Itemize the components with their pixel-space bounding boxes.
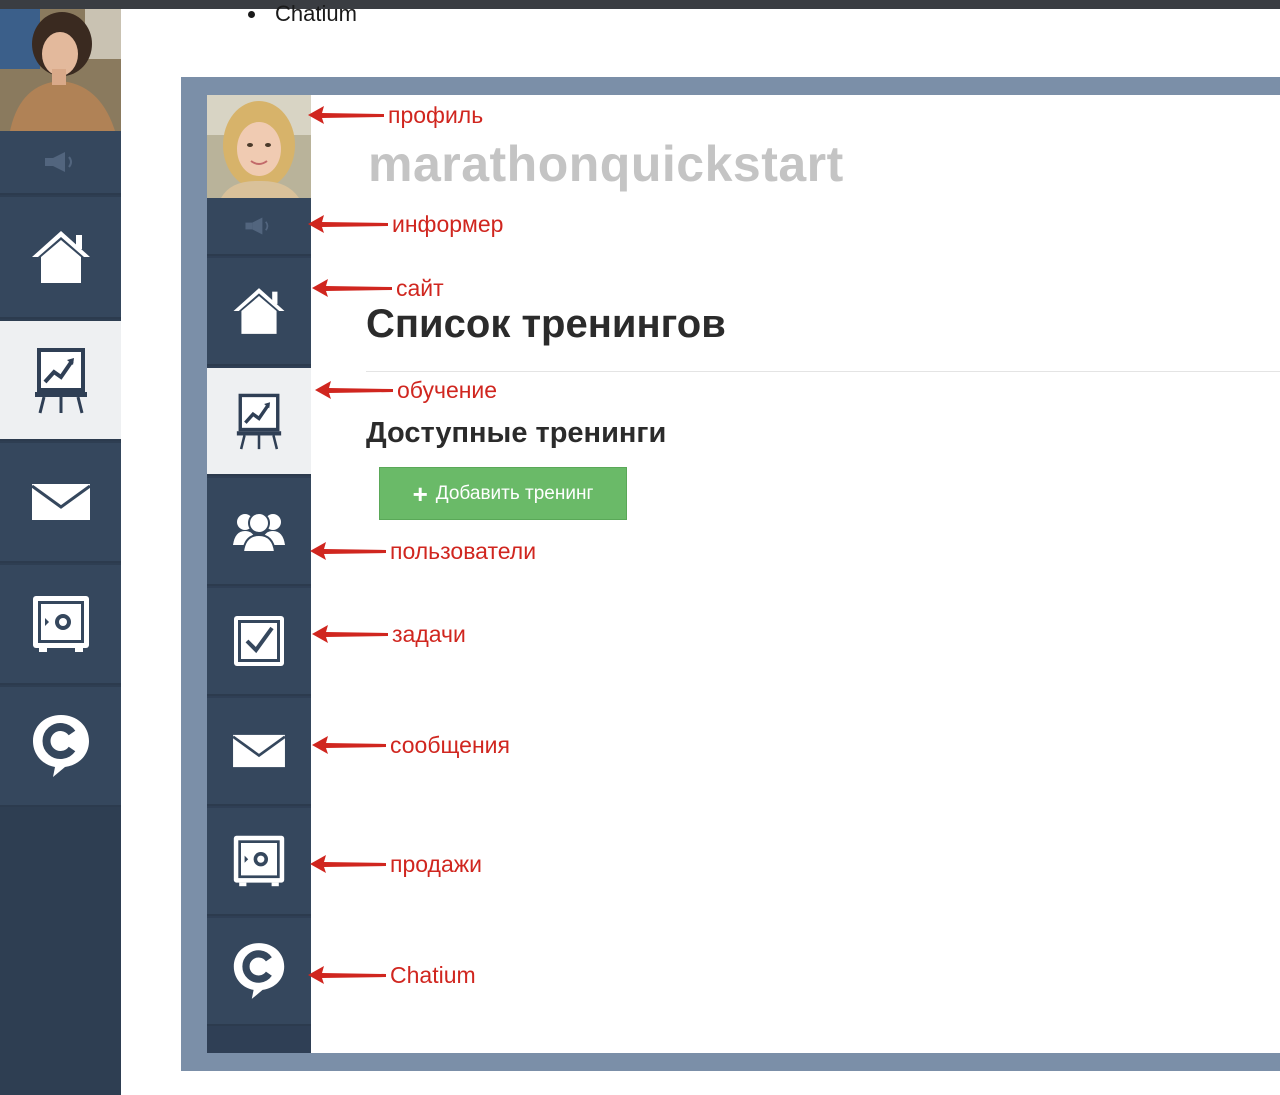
annotation-messages: сообщения [310,730,510,760]
arrow-left-icon [308,106,384,124]
safe-icon [32,596,89,652]
training-board-icon [236,393,282,450]
annotation-informer: информер [306,209,503,239]
inner-sidebar-item-chatium[interactable] [207,918,311,1026]
users-icon [233,512,285,553]
annotation-label: сообщения [390,731,510,758]
annotation-label: сайт [396,274,444,301]
envelope-icon [30,484,91,520]
annotation-users: пользователи [308,536,536,566]
brand-name[interactable]: marathonquickstart [368,135,844,193]
outer-sidebar-item-site[interactable] [0,197,121,319]
inner-sidebar-item-training[interactable] [207,368,311,476]
bullet-dot [248,10,255,18]
inner-sidebar-item-messages[interactable] [207,698,311,806]
speaker-icon [245,217,269,235]
avatar[interactable] [0,9,121,131]
outer-sidebar-item-training[interactable] [0,321,121,441]
inner-sidebar-item-site[interactable] [207,258,311,366]
inner-sidebar-item-sales[interactable] [207,808,311,916]
annotation-label: обучение [397,376,498,403]
home-icon [233,288,285,334]
annotation-profile: профиль [306,100,483,130]
bullet-text: Chatium [275,1,357,26]
arrow-left-icon [315,381,393,399]
page-title: Список тренингов [366,302,726,346]
chatium-icon [32,715,89,777]
arrow-left-icon [310,542,386,560]
top-bar [0,0,1280,9]
speaker-icon [44,152,72,172]
outer-sidebar-item-informer[interactable] [0,131,121,195]
outer-sidebar-item-chatium[interactable] [0,687,121,807]
add-training-label: Добавить тренинг [435,482,594,504]
inner-sidebar-item-informer[interactable] [207,198,311,256]
annotation-label: профиль [388,101,484,128]
inner-sidebar-item-users[interactable] [207,478,311,586]
annotation-label: информер [392,210,504,237]
arrow-left-icon [308,215,388,233]
training-board-icon [34,348,87,414]
profile-avatar[interactable] [207,95,311,198]
section-title: Доступные тренинги [366,417,667,449]
chatium-icon [233,943,285,999]
annotation-training: обучение [313,375,497,405]
annotation-site: сайт [310,273,444,303]
arrow-left-icon [308,966,386,984]
outer-sidebar-item-messages[interactable] [0,443,121,563]
annotation-label: задачи [392,620,466,647]
divider [366,371,1280,372]
home-icon [31,231,90,283]
annotation-label: Chatium [390,961,476,988]
bullet-list-item: Chatium [248,0,357,28]
outer-sidebar [0,9,121,1095]
plus-icon: + [412,478,428,509]
safe-icon [233,835,285,887]
outer-sidebar-item-sales[interactable] [0,565,121,685]
arrow-left-icon [312,625,388,643]
annotation-label: пользователи [390,537,537,564]
arrow-left-icon [312,279,392,297]
arrow-left-icon [310,855,386,873]
annotation-chatium: Chatium [306,960,476,990]
inner-sidebar [207,95,311,1053]
add-training-button[interactable]: + Добавить тренинг [379,467,627,520]
envelope-icon [232,734,286,768]
checkbox-icon [234,616,284,666]
arrow-left-icon [312,736,386,754]
annotation-tasks: задачи [310,619,466,649]
inner-sidebar-item-tasks[interactable] [207,588,311,696]
annotation-sales: продажи [308,849,482,879]
annotation-label: продажи [390,850,482,877]
